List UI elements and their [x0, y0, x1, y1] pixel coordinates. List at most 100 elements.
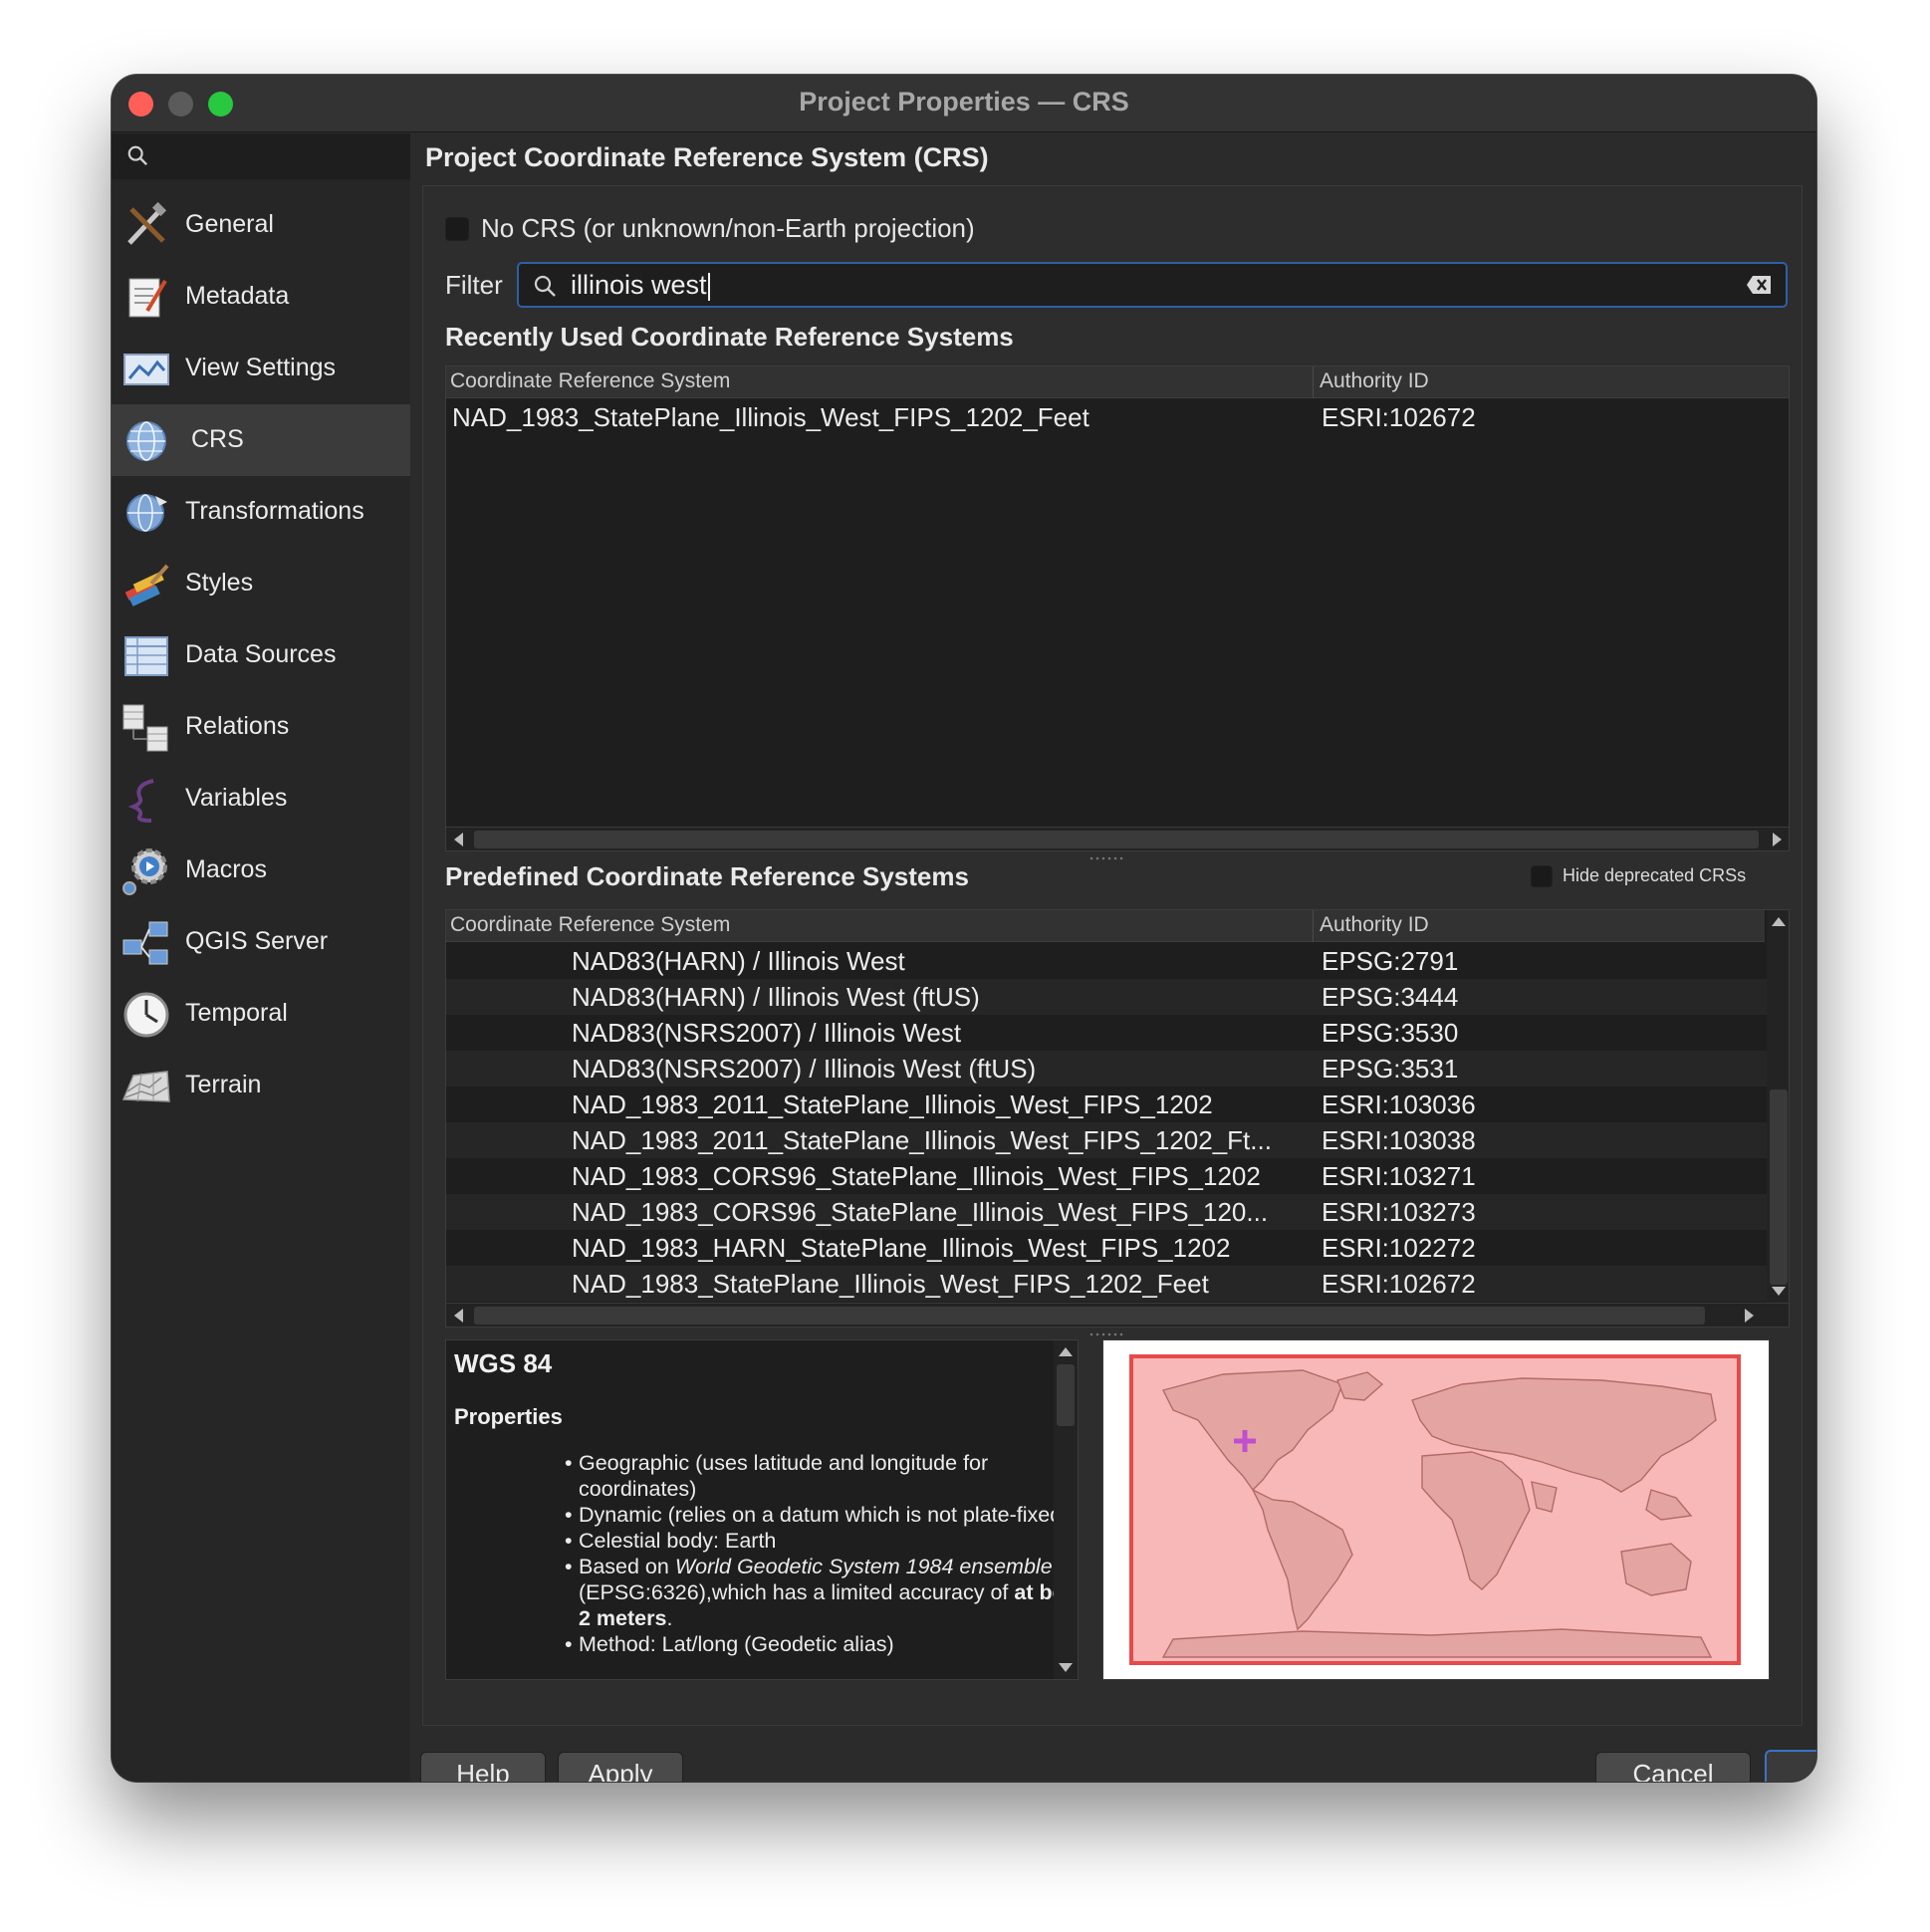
table-row[interactable]: NAD83(NSRS2007) / Illinois West (ftUS) E…: [446, 1051, 1767, 1087]
table-row[interactable]: NAD_1983_HARN_StatePlane_Illinois_West_F…: [446, 1230, 1767, 1266]
sidebar-item-qgis-server[interactable]: QGIS Server: [112, 906, 410, 978]
sidebar-item-label: Macros: [185, 855, 267, 883]
scroll-right-icon[interactable]: [1773, 833, 1782, 846]
sidebar: General Metadata View Settings CRS Trans…: [112, 133, 410, 1782]
scroll-down-icon[interactable]: [1772, 1287, 1786, 1296]
ok-button[interactable]: OK: [1765, 1750, 1816, 1782]
properties-list: Geographic (uses latitude and longitude …: [565, 1450, 1078, 1657]
predefined-horizontal-scrollbar[interactable]: [446, 1303, 1789, 1327]
list-item: Based on World Geodetic System 1984 ense…: [565, 1554, 1078, 1631]
no-crs-checkbox[interactable]: [445, 217, 469, 241]
crs-name: WGS 84: [454, 1348, 553, 1378]
terrain-icon: [121, 1071, 170, 1102]
table-row[interactable]: NAD_1983_2011_StatePlane_Illinois_West_F…: [446, 1122, 1767, 1158]
column-header-crs[interactable]: Coordinate Reference System: [450, 913, 730, 937]
crs-details-panel: WGS 84 Properties Geographic (uses latit…: [445, 1339, 1079, 1680]
filter-input[interactable]: illinois west: [517, 262, 1788, 308]
search-icon: [534, 275, 556, 297]
cancel-button[interactable]: Cancel: [1595, 1752, 1751, 1782]
sidebar-item-label: Data Sources: [185, 640, 337, 668]
metadata-icon: [128, 278, 167, 318]
details-vertical-scrollbar[interactable]: [1054, 1340, 1078, 1679]
sidebar-item-label: Transformations: [185, 497, 364, 525]
view-settings-icon: [123, 354, 169, 385]
table-row[interactable]: NAD83(NSRS2007) / Illinois West EPSG:353…: [446, 1015, 1767, 1051]
hide-deprecated-checkbox[interactable]: [1531, 865, 1553, 887]
crs-page: Project Coordinate Reference System (CRS…: [410, 133, 1816, 1782]
list-item: Dynamic (relies on a datum which is not …: [565, 1502, 1078, 1528]
sidebar-item-general[interactable]: General: [112, 189, 410, 261]
window-title: Project Properties — CRS: [799, 87, 1129, 117]
splitter-handle[interactable]: [1088, 1331, 1124, 1337]
variables-icon: [127, 779, 154, 823]
sidebar-item-label: Temporal: [185, 999, 288, 1027]
macros-icon: [122, 848, 167, 895]
sidebar-item-label: QGIS Server: [185, 927, 329, 955]
help-button[interactable]: Help: [420, 1752, 546, 1782]
recent-crs-table: Coordinate Reference System Authority ID…: [445, 365, 1790, 851]
recent-crs-header: Coordinate Reference System Authority ID: [446, 366, 1789, 398]
recent-horizontal-scrollbar[interactable]: [446, 827, 1789, 850]
list-item: Method: Lat/long (Geodetic alias): [565, 1631, 1078, 1657]
table-row[interactable]: NAD83(HARN) / Illinois West EPSG:2791: [446, 943, 1767, 979]
sidebar-item-transformations[interactable]: Transformations: [112, 476, 410, 548]
clock-icon: [123, 992, 169, 1038]
data-sources-icon: [124, 636, 168, 676]
hide-deprecated-label: Hide deprecated CRSs: [1563, 865, 1747, 885]
sidebar-item-terrain[interactable]: Terrain: [112, 1050, 410, 1121]
column-header-authority-id[interactable]: Authority ID: [1320, 369, 1429, 393]
sidebar-item-label: Styles: [185, 569, 254, 597]
table-row[interactable]: NAD83(HARN) / Illinois West (ftUS) EPSG:…: [446, 979, 1767, 1015]
sidebar-item-relations[interactable]: Relations: [112, 691, 410, 763]
predefined-crs-title: Predefined Coordinate Reference Systems: [445, 861, 969, 891]
tools-icon: [127, 201, 167, 245]
apply-button[interactable]: Apply: [558, 1752, 683, 1782]
globe-icon: [126, 421, 166, 461]
sidebar-item-label: General: [185, 210, 274, 238]
predefined-vertical-scrollbar[interactable]: [1767, 910, 1789, 1303]
sidebar-item-label: Metadata: [185, 282, 290, 310]
transformations-icon: [126, 494, 167, 532]
table-row[interactable]: NAD_1983_CORS96_StatePlane_Illinois_West…: [446, 1194, 1767, 1230]
world-map-icon: [1103, 1340, 1769, 1679]
sidebar-item-variables[interactable]: Variables: [112, 763, 410, 835]
no-crs-label: No CRS (or unknown/non-Earth projection): [481, 213, 975, 243]
predefined-crs-table: Coordinate Reference System Authority ID…: [445, 909, 1790, 1328]
sidebar-item-view-settings[interactable]: View Settings: [112, 333, 410, 404]
sidebar-item-temporal[interactable]: Temporal: [112, 978, 410, 1050]
predefined-crs-header: Coordinate Reference System Authority ID: [446, 910, 1765, 942]
sidebar-item-styles[interactable]: Styles: [112, 548, 410, 619]
sidebar-item-label: Relations: [185, 712, 290, 740]
sidebar-item-label: CRS: [191, 425, 244, 453]
column-header-authority-id[interactable]: Authority ID: [1320, 913, 1429, 937]
sidebar-item-metadata[interactable]: Metadata: [112, 261, 410, 333]
scroll-up-icon[interactable]: [1772, 917, 1786, 926]
title-bar: Project Properties — CRS: [112, 75, 1816, 132]
search-icon: [127, 145, 148, 166]
scroll-right-icon[interactable]: [1745, 1309, 1754, 1323]
scroll-left-icon[interactable]: [454, 1309, 463, 1323]
sidebar-item-data-sources[interactable]: Data Sources: [112, 619, 410, 691]
crs-extent-map: [1102, 1339, 1770, 1680]
table-row[interactable]: NAD_1983_CORS96_StatePlane_Illinois_West…: [446, 1158, 1767, 1194]
sidebar-item-label: Terrain: [185, 1071, 262, 1098]
scroll-left-icon[interactable]: [454, 833, 463, 846]
table-row[interactable]: NAD_1983_2011_StatePlane_Illinois_West_F…: [446, 1087, 1767, 1122]
scroll-down-icon[interactable]: [1059, 1663, 1073, 1672]
table-row[interactable]: NAD_1983_StatePlane_Illinois_West_FIPS_1…: [446, 1266, 1767, 1302]
scroll-up-icon[interactable]: [1059, 1347, 1073, 1356]
list-item: Celestial body: Earth: [565, 1528, 1078, 1554]
column-header-crs[interactable]: Coordinate Reference System: [450, 369, 730, 393]
filter-input-value: illinois west: [571, 270, 710, 301]
table-row[interactable]: NAD_1983_StatePlane_Illinois_West_FIPS_1…: [446, 399, 1789, 435]
sidebar-item-crs[interactable]: CRS: [112, 404, 410, 476]
filter-label: Filter: [445, 270, 503, 300]
recent-crs-title: Recently Used Coordinate Reference Syste…: [445, 322, 1014, 352]
sidebar-search-input[interactable]: [112, 133, 410, 179]
sidebar-item-macros[interactable]: Macros: [112, 835, 410, 906]
clear-filter-icon[interactable]: [1746, 275, 1772, 295]
list-item: Geographic (uses latitude and longitude …: [565, 1450, 1078, 1502]
splitter-handle[interactable]: [1088, 855, 1124, 861]
page-title: Project Coordinate Reference System (CRS…: [425, 142, 989, 172]
server-icon: [122, 921, 168, 965]
